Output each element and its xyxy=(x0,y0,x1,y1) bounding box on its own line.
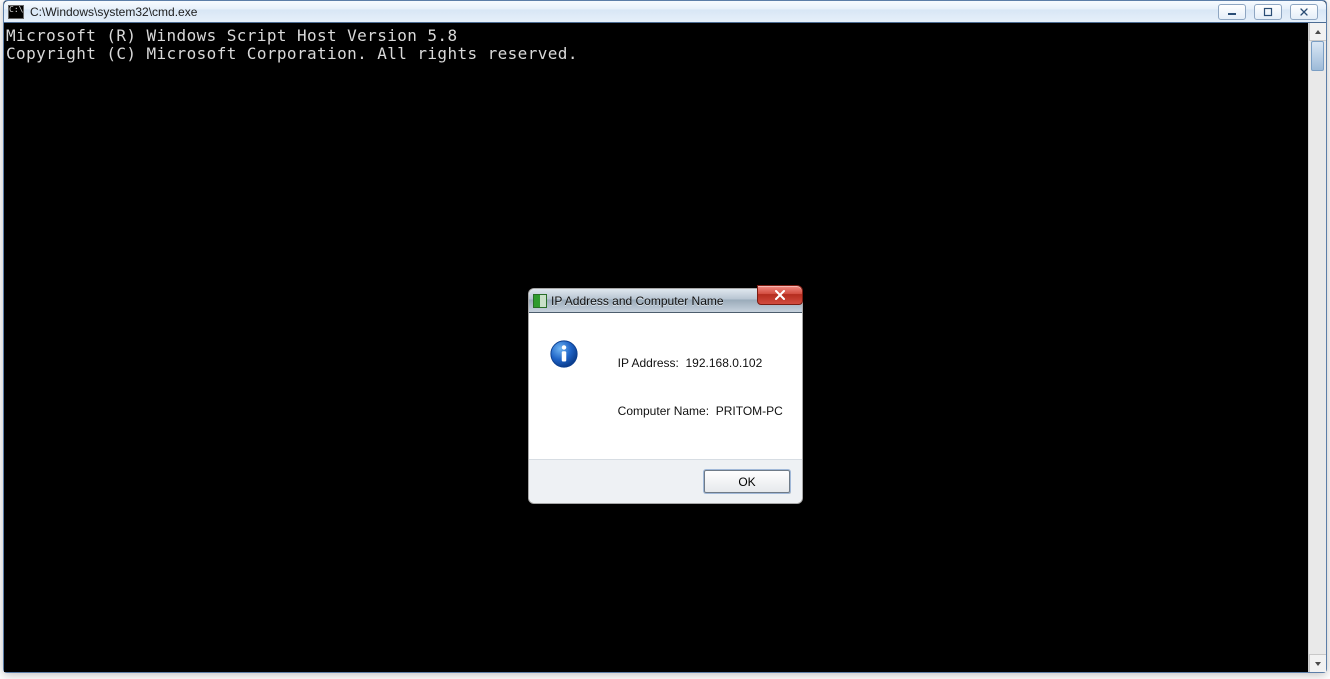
cmd-titlebar[interactable]: C:\Windows\system32\cmd.exe xyxy=(4,1,1326,23)
ok-button[interactable]: OK xyxy=(704,470,790,493)
dialog-footer: OK xyxy=(529,460,802,503)
close-icon xyxy=(774,290,786,300)
dialog-body: IP Address: 192.168.0.102 Computer Name:… xyxy=(529,313,802,460)
scroll-down-button[interactable] xyxy=(1309,654,1326,672)
info-icon xyxy=(549,339,579,369)
cmd-app-icon xyxy=(8,5,24,19)
maximize-button[interactable] xyxy=(1254,4,1282,20)
dialog-title: IP Address and Computer Name xyxy=(551,294,724,308)
chevron-up-icon xyxy=(1314,28,1322,36)
maximize-icon xyxy=(1263,7,1273,17)
minimize-icon xyxy=(1227,7,1237,17)
dialog-message: IP Address: 192.168.0.102 Computer Name:… xyxy=(591,339,783,435)
scroll-thumb[interactable] xyxy=(1311,41,1324,71)
cmd-line: Copyright (C) Microsoft Corporation. All… xyxy=(6,44,578,63)
scroll-up-button[interactable] xyxy=(1309,23,1326,41)
minimize-button[interactable] xyxy=(1218,4,1246,20)
ok-button-label: OK xyxy=(738,475,755,489)
ip-label: IP Address: xyxy=(618,356,679,370)
dialog-close-button[interactable] xyxy=(757,285,803,305)
window-controls xyxy=(1218,4,1326,20)
close-icon xyxy=(1299,7,1309,17)
computer-name-value: PRITOM-PC xyxy=(716,404,783,418)
ip-value: 192.168.0.102 xyxy=(686,356,763,370)
ip-dialog: IP Address and Computer Name IP Address:… xyxy=(528,288,803,504)
close-button[interactable] xyxy=(1290,4,1318,20)
dialog-titlebar[interactable]: IP Address and Computer Name xyxy=(529,289,802,313)
cmd-line: Microsoft (R) Windows Script Host Versio… xyxy=(6,26,457,45)
computer-name-label: Computer Name: xyxy=(618,404,709,418)
vertical-scrollbar[interactable] xyxy=(1308,23,1326,672)
dialog-app-icon xyxy=(533,294,547,308)
cmd-title: C:\Windows\system32\cmd.exe xyxy=(28,5,197,19)
chevron-down-icon xyxy=(1314,660,1322,668)
